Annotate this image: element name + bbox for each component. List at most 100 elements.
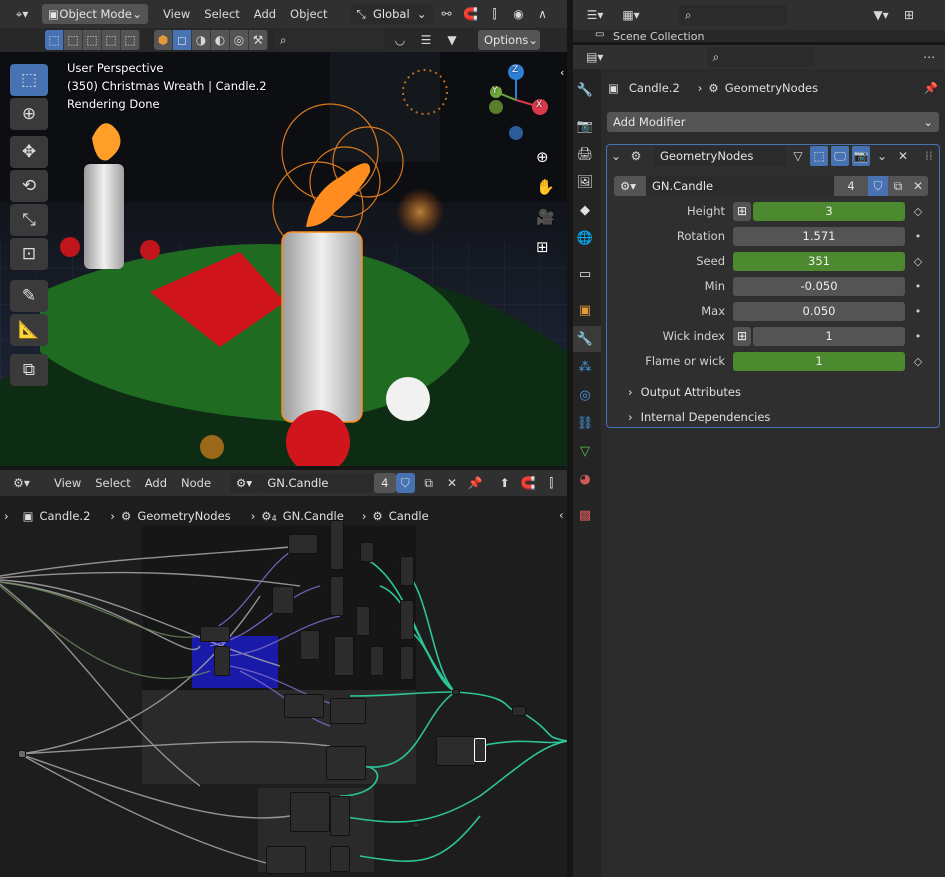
- input-value-field[interactable]: ⊞ 1: [733, 326, 905, 346]
- node-menu-select[interactable]: Select: [90, 476, 135, 490]
- keyframe-dot-icon[interactable]: •: [909, 230, 927, 243]
- measure-tool[interactable]: 📐: [10, 314, 48, 346]
- transform-orientation-dropdown[interactable]: ⤡ Global ⌄: [350, 4, 433, 24]
- pan-hand-icon[interactable]: ✋: [536, 178, 555, 196]
- node[interactable]: [200, 626, 230, 642]
- grid-view-icon[interactable]: ⊞: [536, 238, 549, 256]
- node-menu-add[interactable]: Add: [140, 476, 172, 490]
- node-group-name-field[interactable]: GN.Candle: [261, 473, 374, 493]
- node-menu-node[interactable]: Node: [176, 476, 216, 490]
- mode-dropdown[interactable]: ▣ Object Mode ⌄: [42, 4, 148, 24]
- node[interactable]: [288, 534, 318, 554]
- output-tab-icon[interactable]: 🖨: [575, 144, 595, 164]
- node[interactable]: [360, 542, 374, 562]
- options-icon[interactable]: ⋯: [919, 47, 939, 67]
- physics-tab-icon[interactable]: ◎: [575, 385, 595, 405]
- scene-collection-label[interactable]: Scene Collection: [613, 30, 704, 42]
- panel-output-attributes[interactable]: › Output Attributes: [628, 382, 928, 402]
- node[interactable]: [330, 698, 366, 724]
- proportional-edit-icon[interactable]: ◉: [509, 4, 529, 24]
- wireframe-shading-icon[interactable]: ◎: [230, 30, 249, 50]
- properties-search[interactable]: ⌕: [706, 47, 816, 67]
- material-tab-icon[interactable]: ◕: [575, 469, 595, 489]
- select-box-tool[interactable]: ⬚: [10, 64, 48, 96]
- options-dropdown[interactable]: Options ⌄: [478, 30, 540, 50]
- keyframe-diamond-icon[interactable]: ◇: [909, 205, 927, 218]
- display-mode-icon[interactable]: ▦▾: [615, 5, 647, 25]
- input-value-field[interactable]: -0.050: [733, 276, 905, 296]
- outliner-type-icon[interactable]: ☰▾: [579, 5, 611, 25]
- snap-target-icon[interactable]: ⫿: [485, 4, 505, 24]
- node[interactable]: [330, 576, 344, 616]
- collection-tab-icon[interactable]: ▭: [575, 264, 595, 284]
- particles-tab-icon[interactable]: ⁂: [575, 357, 595, 377]
- attribute-toggle-icon[interactable]: ⊞: [733, 201, 751, 221]
- fake-user-shield-icon[interactable]: ⛉: [868, 176, 888, 196]
- scene-tab-icon[interactable]: ◆: [575, 200, 595, 220]
- node[interactable]: [330, 520, 344, 570]
- transform-tool[interactable]: ⊡: [10, 238, 48, 270]
- area-separator[interactable]: [0, 466, 567, 470]
- node-editor-canvas[interactable]: › ▣ Candle.2 › ⚙ GeometryNodes › ⚙ 4 GN.…: [0, 496, 567, 877]
- input-value-field[interactable]: 351: [733, 251, 905, 271]
- navigation-gizmo[interactable]: [484, 60, 554, 140]
- node-group-selector[interactable]: ⚙▾: [230, 473, 262, 493]
- material-shading-icon[interactable]: ◑: [192, 30, 211, 50]
- node-group-browse[interactable]: ⚙▾: [614, 176, 646, 196]
- keyframe-dot-icon[interactable]: •: [909, 330, 927, 343]
- select-invert-icon[interactable]: ⬚: [102, 30, 121, 50]
- node-editor-type-icon[interactable]: ⚙▾: [6, 473, 37, 493]
- node[interactable]: [400, 556, 414, 586]
- viewport-display-icon[interactable]: 🖵: [831, 146, 849, 166]
- delete-modifier-icon[interactable]: ✕: [894, 146, 912, 166]
- reroute-node[interactable]: [452, 689, 460, 695]
- snapping-list-icon[interactable]: ☰: [416, 30, 436, 50]
- editor-type-icon[interactable]: ⌖▾: [6, 4, 38, 24]
- constraints-tab-icon[interactable]: ⛓: [575, 413, 595, 433]
- filter-icon[interactable]: ▼: [442, 30, 462, 50]
- node[interactable]: [400, 646, 414, 680]
- rotate-tool[interactable]: ⟲: [10, 170, 48, 202]
- keyframe-dot-icon[interactable]: •: [909, 280, 927, 293]
- zoom-icon[interactable]: ⊕: [536, 148, 549, 166]
- data-tab-icon[interactable]: ▽: [575, 441, 595, 461]
- duplicate-icon[interactable]: ⧉: [888, 176, 908, 196]
- menu-view[interactable]: View: [158, 7, 195, 21]
- texture-tab-icon[interactable]: ▩: [575, 505, 595, 525]
- node[interactable]: [326, 746, 366, 780]
- falloff-icon[interactable]: ∧: [533, 4, 553, 24]
- select-subtract-icon[interactable]: ⬚: [83, 30, 102, 50]
- attribute-toggle-icon[interactable]: ⊞: [733, 326, 751, 346]
- group-input-node[interactable]: [18, 750, 26, 758]
- viewport-search[interactable]: ⌕: [274, 30, 384, 50]
- solid-shading-icon[interactable]: ◻: [173, 30, 192, 50]
- properties-type-icon[interactable]: ▤▾: [579, 47, 611, 67]
- selected-node[interactable]: [474, 738, 486, 762]
- drag-handle-icon[interactable]: ⁞⁞: [920, 146, 938, 166]
- annotate-tool[interactable]: ✎: [10, 280, 48, 312]
- node[interactable]: [290, 792, 330, 832]
- keyframe-diamond-icon[interactable]: ◇: [909, 255, 927, 268]
- modifier-name-field[interactable]: GeometryNodes: [654, 146, 786, 166]
- filter-icon[interactable]: ▼▾: [867, 5, 895, 25]
- menu-object[interactable]: Object: [285, 7, 332, 21]
- snap-icon[interactable]: 🧲: [461, 4, 481, 24]
- reroute-node[interactable]: [512, 706, 526, 716]
- edit-mode-icon[interactable]: ▽: [789, 146, 807, 166]
- input-value-field[interactable]: ⊞ 3: [733, 201, 905, 221]
- world-tab-icon[interactable]: 🌐: [575, 228, 595, 248]
- menu-select[interactable]: Select: [199, 7, 244, 21]
- select-new-icon[interactable]: ⬚: [45, 30, 64, 50]
- input-value-field[interactable]: 1: [733, 351, 905, 371]
- rendered-shading-icon[interactable]: ◐: [211, 30, 230, 50]
- node[interactable]: [266, 846, 306, 874]
- keyframe-diamond-icon[interactable]: ◇: [909, 355, 927, 368]
- select-extend-icon[interactable]: ⬚: [64, 30, 83, 50]
- node[interactable]: [370, 646, 384, 676]
- modifier-menu-icon[interactable]: ⌄: [873, 146, 891, 166]
- render-display-icon[interactable]: 📷: [852, 146, 870, 166]
- unlink-icon[interactable]: ✕: [442, 473, 461, 493]
- view-layer-tab-icon[interactable]: 🖼: [575, 172, 595, 192]
- pin-icon[interactable]: 📌: [924, 81, 938, 95]
- new-collection-icon[interactable]: ⊞: [899, 5, 919, 25]
